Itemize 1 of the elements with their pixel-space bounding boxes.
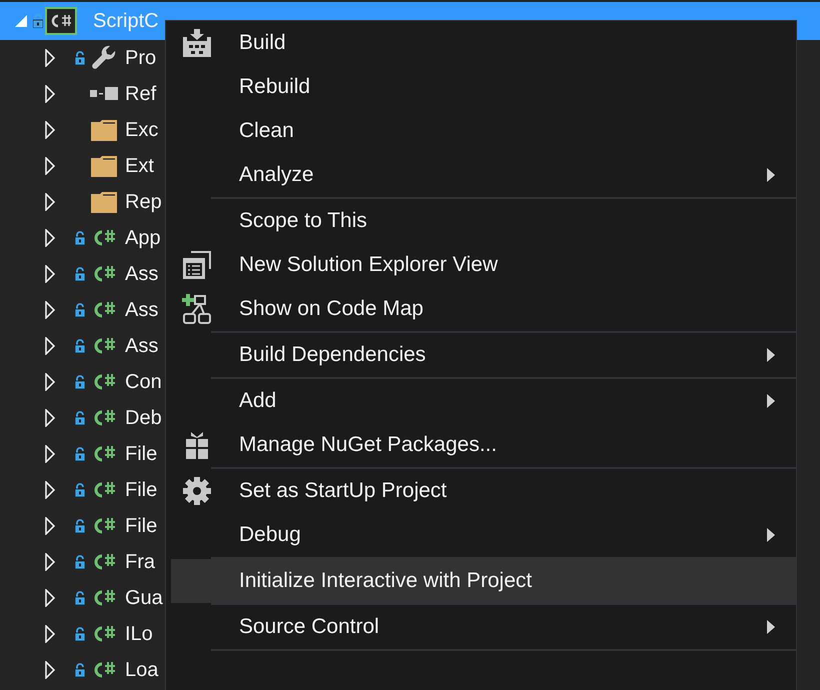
- project-name: ScriptC: [93, 10, 159, 32]
